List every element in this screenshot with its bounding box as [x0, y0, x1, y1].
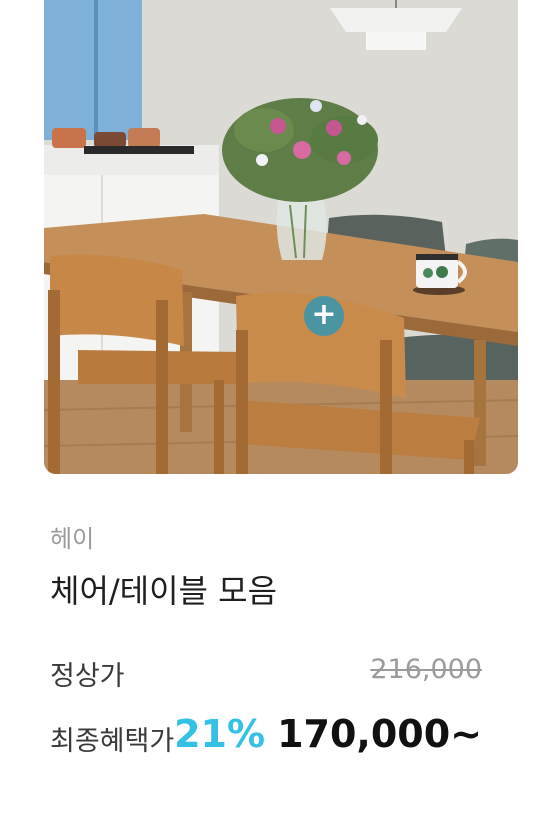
final-price-group: 21% 170,000~	[174, 712, 482, 756]
dining-room-photo	[44, 0, 518, 474]
regular-price: 216,000	[370, 654, 482, 685]
final-price-label: 최종혜택가	[50, 726, 175, 757]
product-card[interactable]: + 헤이 체어/테이블 모음 정상가 216,000 최종혜택가 21% 170,…	[0, 0, 540, 839]
discount-rate: 21%	[174, 712, 266, 756]
add-to-cart-button[interactable]: +	[304, 296, 344, 336]
product-image[interactable]: +	[44, 0, 518, 474]
final-price: 170,000~	[277, 712, 482, 756]
brand-name: 헤이	[50, 525, 95, 553]
product-title[interactable]: 체어/테이블 모음	[50, 566, 277, 612]
regular-price-label: 정상가	[50, 661, 125, 692]
